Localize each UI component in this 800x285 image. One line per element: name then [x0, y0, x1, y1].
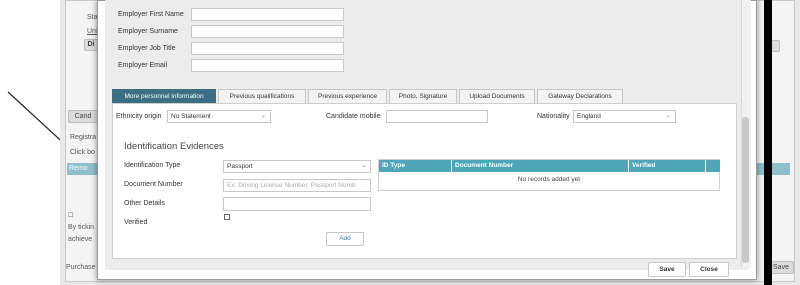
tab-previous-experience[interactable]: Previous experience: [308, 89, 387, 103]
nationality-select[interactable]: England ⌄: [573, 110, 676, 123]
table-header-document-number: Document Number: [451, 160, 628, 172]
chevron-down-icon: ⌄: [665, 113, 671, 119]
identification-type-label: Identification Type: [124, 162, 181, 169]
identification-evidences-heading: Identification Evidences: [124, 141, 224, 152]
bg-tab-cand[interactable]: Cand: [68, 110, 98, 123]
tab-more-personnel-information[interactable]: More personnel information: [112, 89, 216, 103]
employer-email-label: Employer Email: [118, 62, 168, 69]
verified-label: Verified: [124, 219, 148, 226]
employer-job-title-field[interactable]: [191, 42, 344, 55]
bg-button[interactable]: Di: [84, 39, 98, 51]
bg-achieve-label: achieve: [68, 236, 93, 243]
employer-email-field[interactable]: [191, 59, 344, 72]
table-header-verified: Verified: [628, 160, 705, 172]
tab-previous-qualifications[interactable]: Previous qualifications: [218, 89, 306, 103]
table-header-actions: [705, 160, 720, 172]
add-button[interactable]: Add: [326, 232, 364, 246]
tab-upload-documents[interactable]: Upload Documents: [459, 89, 535, 103]
chevron-down-icon: ⌄: [360, 163, 366, 169]
bg-registra-label: Registra: [70, 134, 97, 141]
tab-photo-signature[interactable]: Photo, Signature: [389, 89, 457, 103]
modal-scrollbar-thumb[interactable]: [742, 117, 749, 263]
bg-checkbox[interactable]: ☐: [68, 212, 73, 219]
close-button[interactable]: Close: [689, 262, 729, 277]
verified-checkbox[interactable]: [224, 214, 230, 220]
chevron-down-icon: ⌄: [260, 113, 266, 119]
candidate-mobile-input[interactable]: [386, 110, 488, 123]
employer-first-name-label: Employer First Name: [118, 11, 184, 18]
ethnicity-select[interactable]: No Statement ⌄: [167, 110, 271, 123]
identification-type-select[interactable]: Passport ⌄: [223, 160, 371, 173]
window-edge: [764, 0, 772, 285]
employer-surname-field[interactable]: [191, 25, 344, 38]
candidate-mobile-label: Candidate mobile: [326, 113, 381, 120]
bg-purchase-label: Purchase: [66, 264, 96, 271]
document-number-input[interactable]: Ex: Driving License Number, Passport Num…: [223, 179, 371, 192]
table-header-id-type: ID Type: [379, 160, 451, 172]
bg-by-tick-label: By tickin: [68, 224, 95, 231]
other-details-label: Other Details: [124, 200, 165, 207]
other-details-input[interactable]: [223, 197, 371, 211]
tab-gateway-declarations[interactable]: Gateway Declarations: [537, 89, 623, 103]
ethnicity-label: Ethnicity origin: [116, 113, 162, 120]
employer-first-name-field[interactable]: [191, 8, 344, 21]
bg-click-label: Click bo: [70, 149, 95, 156]
nationality-label: Nationality: [537, 113, 570, 120]
bg-teal-row-right: [755, 163, 790, 175]
save-button[interactable]: Save: [648, 262, 686, 277]
table-empty-message: No records added yet: [517, 176, 581, 183]
employer-job-title-label: Employer Job Title: [118, 45, 176, 52]
document-number-label: Document Number: [124, 181, 183, 188]
employer-surname-label: Employer Surname: [118, 28, 178, 35]
